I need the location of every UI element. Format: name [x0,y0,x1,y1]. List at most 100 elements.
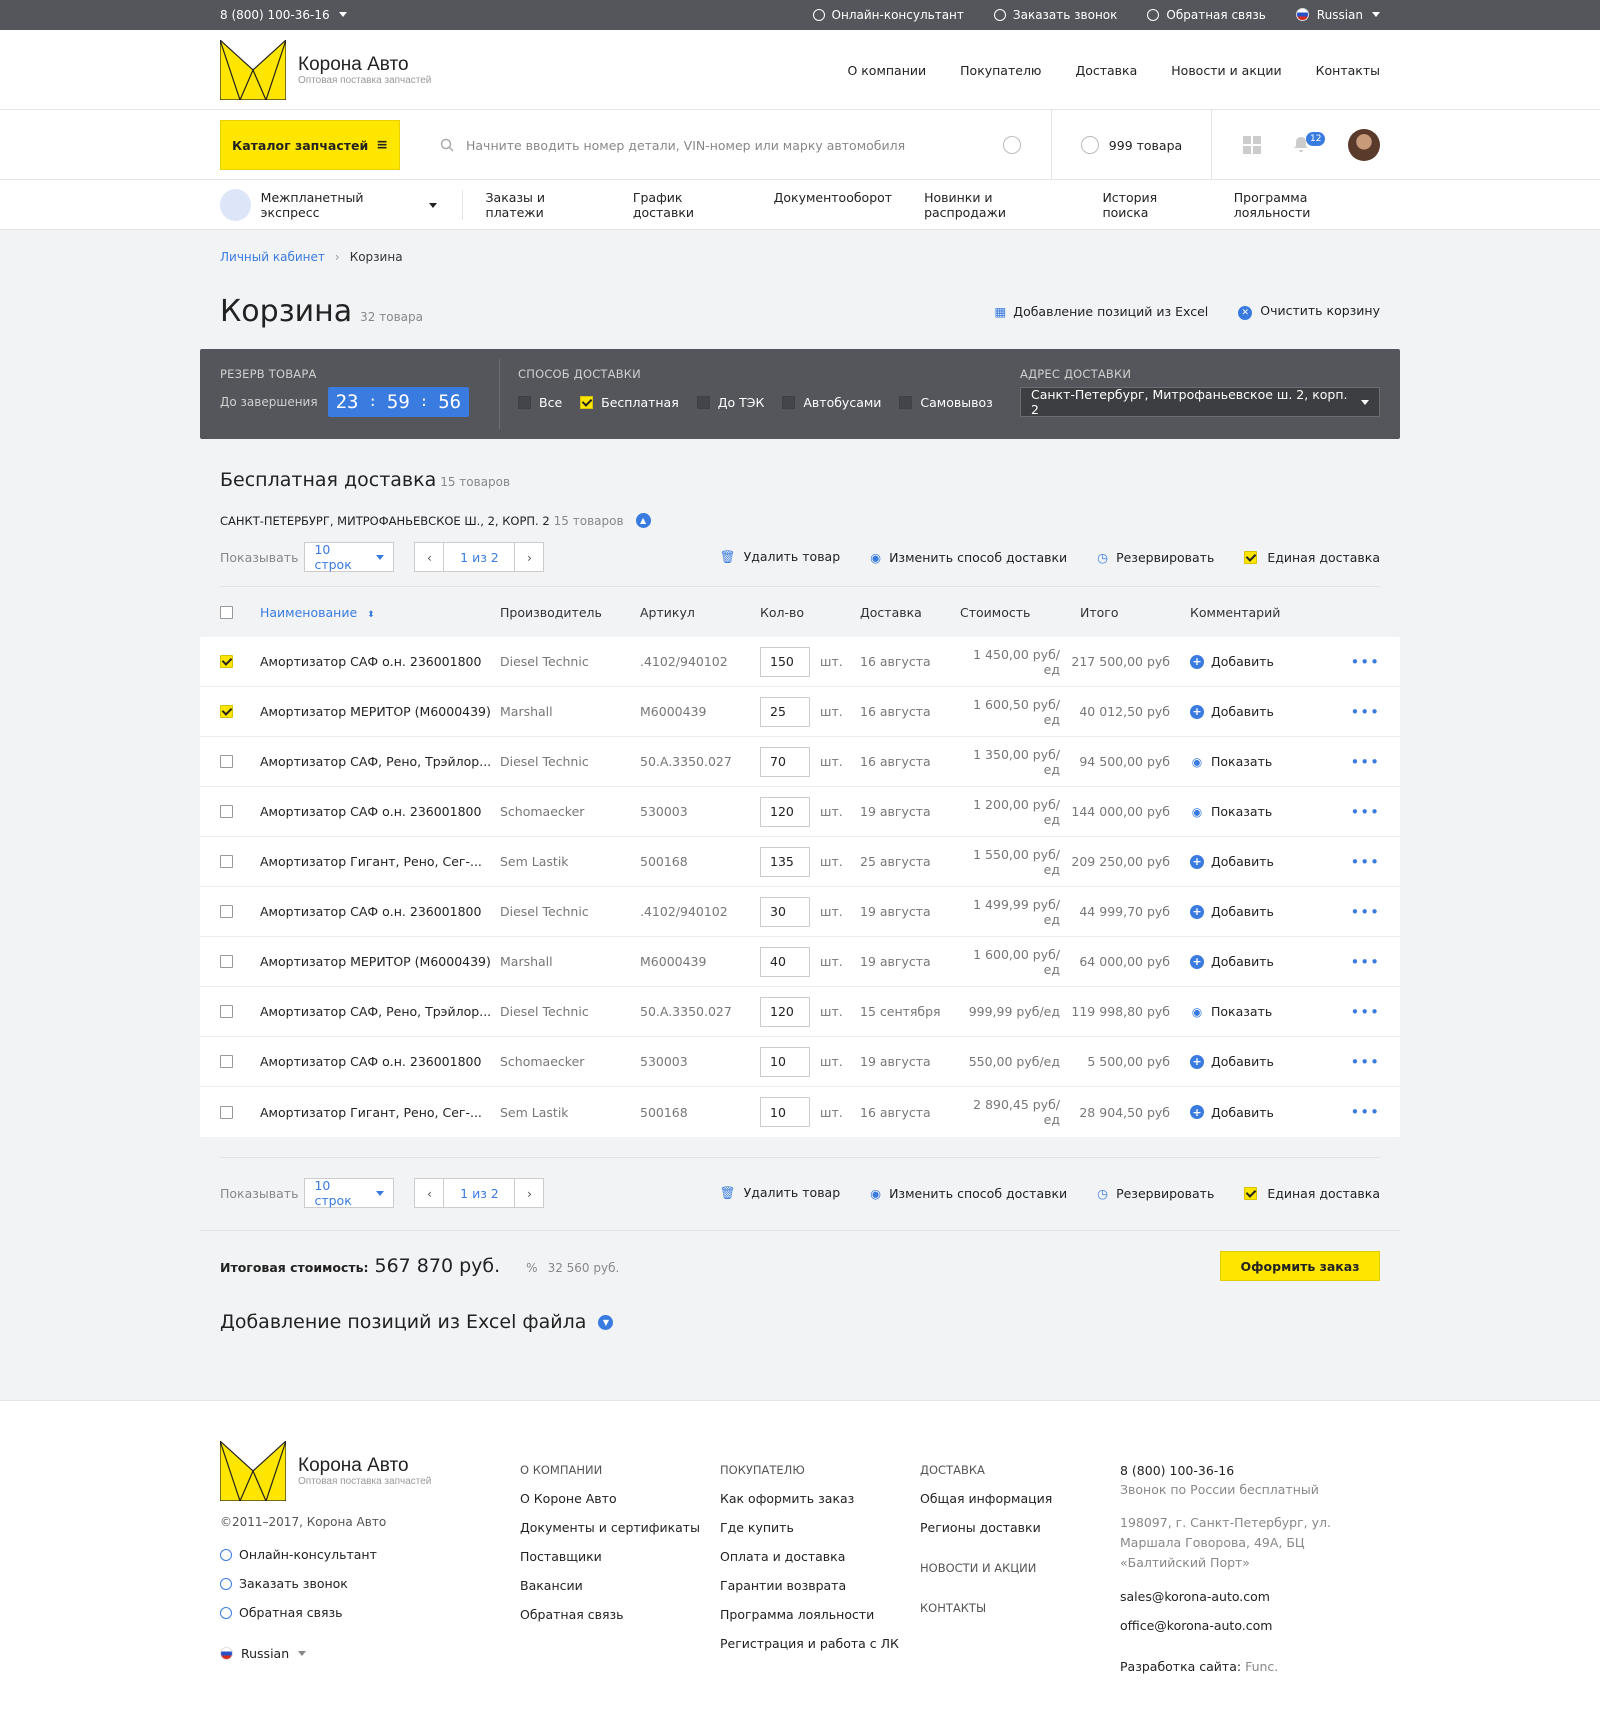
quantity-input[interactable]: 150 [760,646,810,677]
checkout-button[interactable]: Оформить заказ [1220,1251,1380,1281]
chevron-up-icon[interactable]: ▲ [635,513,651,528]
item-name[interactable]: Амортизатор САФ, Рено, Трэйлор... [260,1004,500,1019]
footer-link[interactable]: Поставщики [520,1549,720,1564]
delete-item-button[interactable]: 🗑 Удалить товар [720,1185,840,1201]
single-delivery-toggle[interactable]: Единая доставка [1244,1186,1380,1201]
quantity-input[interactable]: 70 [760,746,810,777]
more-options-icon[interactable]: ••• [1330,903,1380,921]
change-delivery-button[interactable]: ◉ Изменить способ доставки [870,1186,1067,1201]
item-name[interactable]: Амортизатор МЕРИТОР (M6000439) [260,704,500,719]
more-options-icon[interactable]: ••• [1330,653,1380,671]
more-options-icon[interactable]: ••• [1330,1103,1380,1121]
comment-add-button[interactable]: + Добавить [1170,704,1330,719]
item-name[interactable]: Амортизатор САФ, Рено, Трэйлор... [260,754,500,769]
more-options-icon[interactable]: ••• [1330,753,1380,771]
feedback-link[interactable]: Обратная связь [1147,8,1266,22]
breadcrumb-parent[interactable]: Личный кабинет [220,250,325,264]
office-email[interactable]: office@korona-auto.com [1120,1618,1380,1633]
quantity-input[interactable]: 135 [760,846,810,877]
more-options-icon[interactable]: ••• [1330,1053,1380,1071]
rows-select[interactable]: 10 строк [304,542,395,572]
checkbox[interactable] [518,396,531,409]
quantity-input[interactable]: 10 [760,1046,810,1077]
dev-name[interactable]: Func. [1245,1659,1278,1674]
subnav-schedule[interactable]: График доставки [633,190,742,220]
footer-feedback[interactable]: Обратная связь [220,1605,520,1620]
row-checkbox[interactable] [220,905,233,918]
item-name[interactable]: Амортизатор Гигант, Рено, Сег-... [260,1105,500,1120]
account-dropdown[interactable]: Межпланетный экспресс [220,189,463,221]
sort-by-name[interactable]: Наименование ⬍ [260,605,500,620]
footer-logo[interactable]: Корона Авто Оптовая поставка запчастей [220,1441,520,1501]
row-checkbox[interactable] [220,705,233,718]
option-pickup[interactable]: Самовывоз [899,395,993,410]
row-checkbox[interactable] [220,1055,233,1068]
item-name[interactable]: Амортизатор САФ о.н. 236001800 [260,654,500,669]
row-checkbox[interactable] [220,805,233,818]
quantity-input[interactable]: 30 [760,896,810,927]
catalog-button[interactable]: Каталог запчастей ≡ [220,120,400,170]
item-name[interactable]: Амортизатор МЕРИТОР (M6000439) [260,954,500,969]
more-options-icon[interactable]: ••• [1330,1003,1380,1021]
user-avatar[interactable] [1348,129,1380,161]
footer-link[interactable]: Обратная связь [520,1607,720,1622]
clear-cart-button[interactable]: ✕ Очистить корзину [1238,303,1380,320]
search-input[interactable]: Начните вводить номер детали, VIN-номер … [466,138,1003,153]
cart-button[interactable]: 999 товара [1052,110,1212,180]
footer-link[interactable]: О Короне Авто [520,1491,720,1506]
comment-add-button[interactable]: + Добавить [1170,954,1330,969]
rows-select[interactable]: 10 строк [304,1178,395,1208]
row-checkbox[interactable] [220,855,233,868]
subnav-new-items[interactable]: Новинки и распродажи [924,190,1070,220]
footer-link[interactable]: Регистрация и работа с ЛК [720,1636,920,1651]
excel-section[interactable]: Добавление позиций из Excel файла ▼ [200,1281,1400,1333]
comment-show-button[interactable]: ◉ Показать [1170,1004,1330,1019]
callback-link[interactable]: Заказать звонок [993,8,1117,22]
item-name[interactable]: Амортизатор САФ о.н. 236001800 [260,904,500,919]
footer-link[interactable]: Гарантии возврата [720,1578,920,1593]
quantity-input[interactable]: 120 [760,796,810,827]
footer-phone[interactable]: 8 (800) 100-36-16 [1120,1463,1380,1478]
nav-news[interactable]: Новости и акции [1171,63,1281,78]
footer-link[interactable]: Общая информация [920,1491,1120,1506]
logo[interactable]: Корона Авто Оптовая поставка запчастей [220,40,431,100]
delete-item-button[interactable]: 🗑 Удалить товар [720,549,840,565]
row-checkbox[interactable] [220,955,233,968]
quantity-input[interactable]: 120 [760,996,810,1027]
footer-contacts-link[interactable]: КОНТАКТЫ [920,1601,1120,1615]
next-page-button[interactable]: › [514,1178,545,1208]
row-checkbox[interactable] [220,1005,233,1018]
more-options-icon[interactable]: ••• [1330,953,1380,971]
single-delivery-toggle[interactable]: Единая доставка [1244,550,1380,565]
comment-add-button[interactable]: + Добавить [1170,1054,1330,1069]
checkbox[interactable] [899,396,913,409]
nav-buyer[interactable]: Покупателю [960,63,1041,78]
comment-add-button[interactable]: + Добавить [1170,654,1330,669]
row-checkbox[interactable] [220,655,233,668]
prev-page-button[interactable]: ‹ [414,542,445,572]
checkbox[interactable] [1244,1186,1258,1200]
footer-language[interactable]: Russian [220,1646,520,1661]
row-checkbox[interactable] [220,1105,233,1119]
footer-link[interactable]: Программа лояльности [720,1607,920,1622]
footer-link[interactable]: Как оформить заказ [720,1491,920,1506]
address-select[interactable]: Санкт-Петербург, Митрофаньевское ш. 2, к… [1020,387,1380,417]
row-checkbox[interactable] [220,755,233,768]
option-bus[interactable]: Автобусами [782,395,881,410]
comment-add-button[interactable]: + Добавить [1170,1105,1330,1120]
nav-contacts[interactable]: Контакты [1316,63,1380,78]
subnav-orders[interactable]: Заказы и платежи [486,190,601,220]
notifications-button[interactable]: 12 [1292,131,1328,156]
checkbox[interactable] [1244,550,1258,564]
comment-show-button[interactable]: ◉ Показать [1170,754,1330,769]
prev-page-button[interactable]: ‹ [414,1178,445,1208]
sales-email[interactable]: sales@korona-auto.com [1120,1589,1380,1604]
reserve-button[interactable]: ◷ Резервировать [1097,550,1214,565]
footer-link[interactable]: Вакансии [520,1578,720,1593]
more-options-icon[interactable]: ••• [1330,703,1380,721]
item-name[interactable]: Амортизатор Гигант, Рено, Сег-... [260,854,500,869]
option-all[interactable]: Все [518,395,562,410]
footer-callback[interactable]: Заказать звонок [220,1576,520,1591]
item-name[interactable]: Амортизатор САФ о.н. 236001800 [260,804,500,819]
option-free[interactable]: Бесплатная [580,395,679,410]
